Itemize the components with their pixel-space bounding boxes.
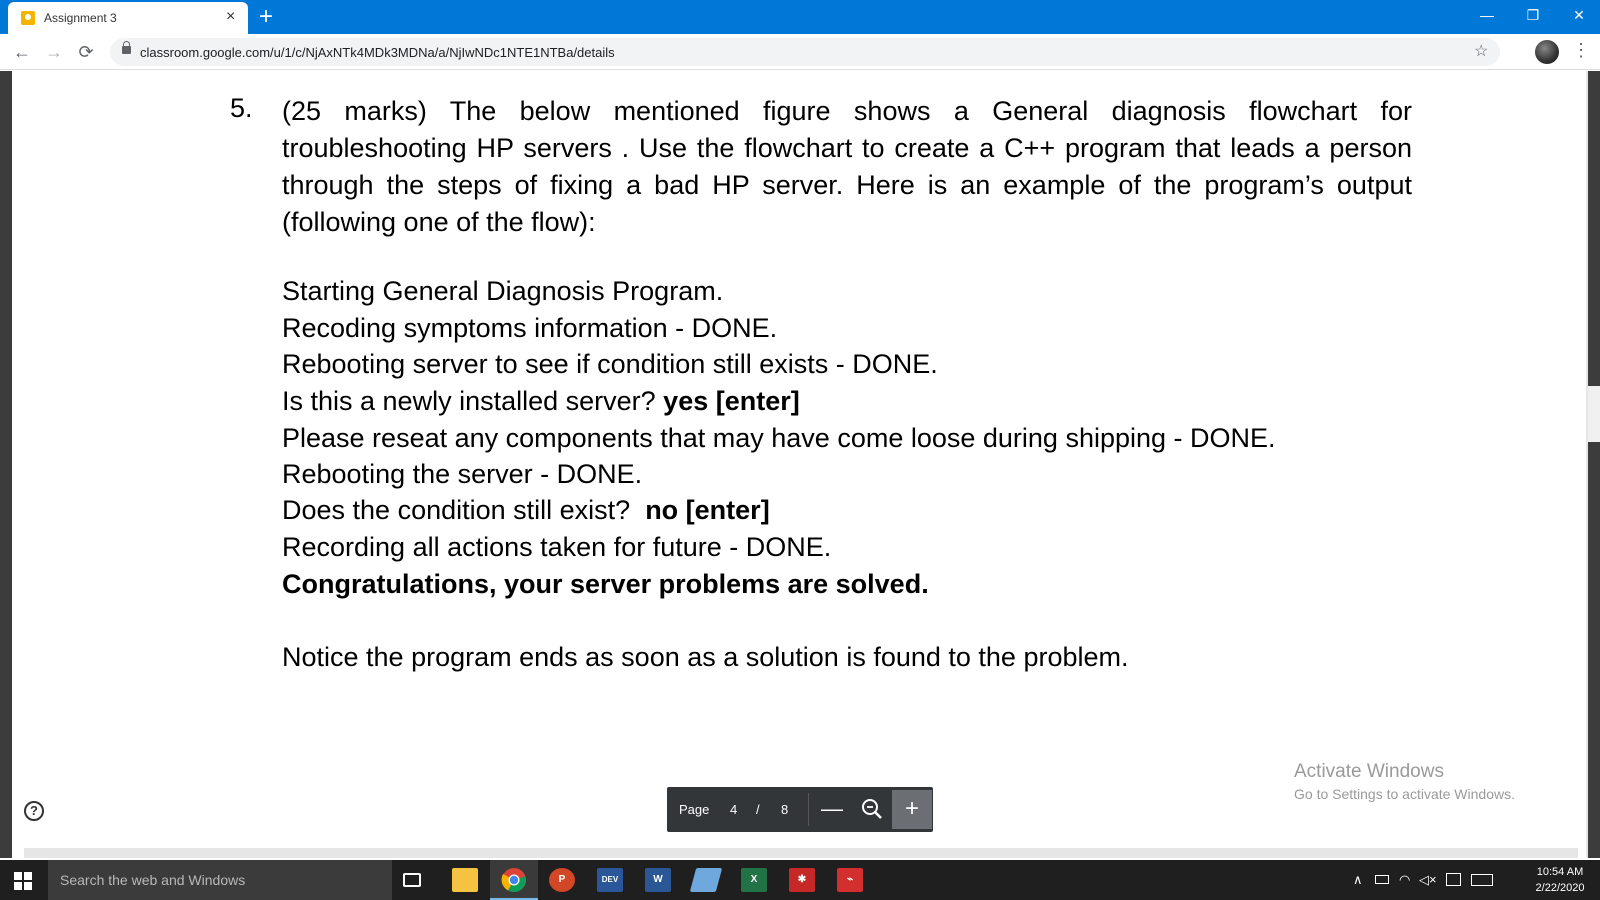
activate-windows-title: Activate Windows (1294, 761, 1444, 782)
output-line: Please reseat any components that may ha… (282, 423, 1276, 453)
output-line: Starting General Diagnosis Program. (282, 276, 724, 306)
question-number: 5. (230, 93, 253, 123)
word-icon[interactable]: W (645, 868, 671, 892)
profile-avatar[interactable] (1535, 40, 1559, 64)
devcpp-icon[interactable]: DEV (597, 868, 623, 892)
tab-title: Assignment 3 (44, 11, 117, 25)
taskbar-search-box[interactable]: Search the web and Windows (48, 860, 392, 900)
zoom-out-button[interactable]: — (817, 794, 847, 824)
output-line: Rebooting the server - DONE. (282, 459, 643, 489)
url-text[interactable]: classroom.google.com/u/1/c/NjAxNTk4MDk3M… (140, 45, 615, 60)
chrome-taskbar-button[interactable] (490, 860, 538, 900)
task-view-icon[interactable] (403, 873, 421, 887)
browser-menu-icon[interactable]: ⋮ (1572, 40, 1590, 61)
page-bottom-edge (24, 848, 1578, 858)
viewer-left-edge (0, 71, 12, 858)
clock-date: 2/22/2020 (1535, 882, 1585, 894)
output-line: Rebooting server to see if condition sti… (282, 349, 938, 379)
address-bar[interactable]: classroom.google.com/u/1/c/NjAxNTk4MDk3M… (110, 38, 1500, 66)
acrobat-icon[interactable]: ⌁ (837, 868, 863, 892)
controls-divider (808, 793, 809, 826)
tray-chevron-icon[interactable]: ∧ (1353, 872, 1363, 888)
browser-tab[interactable]: Assignment 3 × (8, 2, 248, 34)
browser-tab-strip: Assignment 3 × + — ❐ ✕ (0, 0, 1600, 34)
classroom-favicon-icon (21, 11, 35, 25)
total-pages: 8 (781, 802, 789, 817)
document-viewer: 5. (25 marks) The below mentioned figure… (0, 71, 1600, 858)
file-explorer-icon[interactable] (452, 868, 478, 892)
scrollbar[interactable] (1588, 71, 1600, 858)
zoom-in-button[interactable]: + (892, 790, 932, 829)
search-placeholder: Search the web and Windows (60, 872, 246, 888)
restore-button[interactable]: ❐ (1510, 0, 1556, 30)
output-line: Recording all actions taken for future -… (282, 532, 832, 562)
volume-muted-icon[interactable]: ◁× (1419, 872, 1437, 888)
windows-taskbar: Search the web and Windows P DEV W X ✱ ⌁… (0, 860, 1600, 900)
output-line: Recoding symptoms information - DONE. (282, 313, 778, 343)
clock-time: 10:54 AM (1536, 866, 1584, 878)
page-controls: Page 4 / 8 — + (667, 787, 933, 832)
user-input-text: yes [enter] (663, 386, 800, 416)
question-text: (25 marks) The below mentioned figure sh… (282, 96, 1412, 237)
close-window-button[interactable]: ✕ (1556, 0, 1600, 30)
battery-icon[interactable] (1375, 875, 1389, 884)
notice-text: Notice the program ends as soon as a sol… (282, 642, 1129, 672)
wifi-icon[interactable]: ◠ (1399, 872, 1410, 888)
keyboard-icon[interactable] (1471, 874, 1493, 886)
browser-toolbar: ← → ⟳ classroom.google.com/u/1/c/NjAxNTk… (0, 34, 1600, 70)
excel-icon[interactable]: X (741, 868, 767, 892)
activate-windows-subtitle: Go to Settings to activate Windows. (1294, 786, 1515, 802)
help-icon[interactable]: ? (24, 801, 44, 821)
bookmark-star-icon[interactable]: ☆ (1474, 41, 1488, 61)
output-line: Does the condition still exist? no [ente… (282, 495, 770, 525)
powerpoint-icon[interactable]: P (549, 868, 575, 892)
lock-icon (122, 41, 131, 54)
congratulations-line: Congratulations, your server problems ar… (282, 569, 929, 599)
zoom-icon[interactable] (857, 794, 887, 824)
taskbar-clock[interactable]: 10:54 AM 2/22/2020 (1528, 864, 1592, 896)
close-tab-icon[interactable]: × (226, 8, 235, 26)
chrome-icon (501, 868, 526, 892)
page-separator: / (756, 802, 760, 817)
gear-app-icon[interactable]: ✱ (789, 868, 815, 892)
back-button[interactable]: ← (10, 40, 34, 64)
windows-start-icon[interactable] (14, 872, 32, 890)
new-tab-button[interactable]: + (259, 3, 273, 31)
minimize-button[interactable]: — (1464, 0, 1510, 30)
output-line: Is this a newly installed server? yes [e… (282, 386, 800, 416)
user-input-text: no [enter] (645, 495, 770, 525)
notifications-icon[interactable] (1446, 873, 1461, 886)
page-label: Page (679, 802, 710, 817)
scrollbar-thumb[interactable] (1588, 386, 1600, 442)
forward-button[interactable]: → (42, 40, 66, 64)
notepad-icon[interactable] (689, 868, 723, 892)
reload-button[interactable]: ⟳ (74, 40, 98, 64)
current-page-input[interactable]: 4 (730, 802, 737, 817)
